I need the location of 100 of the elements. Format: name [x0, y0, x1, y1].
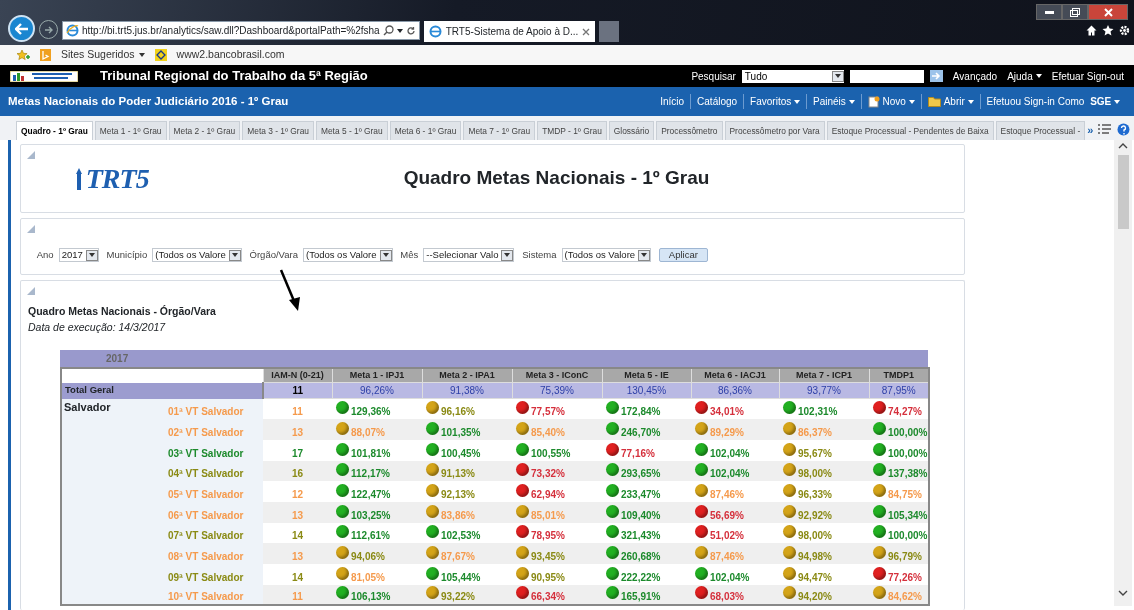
new-tab-button[interactable] [599, 21, 620, 42]
address-bar[interactable]: http://bi.trt5.jus.br/analytics/saw.dll?Dashboard&portalPath=%2fsha [62, 21, 420, 40]
table-cell-text: 85,01% [531, 508, 565, 523]
page-tab[interactable]: Meta 1 - 1º Grau [94, 121, 167, 140]
table-cell-text: 246,70% [621, 425, 661, 440]
minimize-button[interactable] [1036, 4, 1062, 20]
header-link[interactable]: Ajuda [1007, 68, 1042, 84]
dropdown-field[interactable]: (Todos os Valore [302, 248, 393, 262]
nav-link[interactable]: Abrir [943, 94, 974, 109]
page-tab[interactable]: Meta 7 - 1º Grau [463, 121, 536, 140]
page-tab[interactable]: Meta 3 - 1º Grau [242, 121, 314, 140]
table-cell-text: 51,02% [710, 529, 744, 544]
user-menu[interactable]: SGE [1090, 94, 1120, 109]
nav-link[interactable]: Catálogo [697, 94, 738, 109]
table-cell-text: 94,20% [798, 590, 832, 605]
nav-link[interactable]: Favoritos [750, 94, 800, 109]
scrollbar[interactable] [1114, 140, 1132, 606]
page-tab[interactable]: TMDP - 1º Grau [537, 121, 607, 140]
favorites-link[interactable]: Sites Sugeridos [61, 47, 145, 63]
caret-icon [504, 253, 511, 257]
caret-icon [88, 253, 95, 257]
page-tab[interactable]: Estoque Processual - Pendentes de Baixa [826, 121, 994, 140]
folder-icon [927, 96, 941, 107]
help-icon[interactable] [1117, 122, 1130, 136]
scroll-thumb[interactable] [1117, 154, 1129, 229]
search-label: Pesquisar [691, 69, 736, 84]
caret-icon [138, 53, 145, 57]
table-cell-text: 106,13% [351, 590, 391, 605]
table-cell-text: 100,00% [888, 446, 928, 461]
page-tab[interactable]: Meta 5 - 1º Grau [315, 121, 388, 140]
back-button[interactable] [8, 15, 35, 42]
table-cell-text: 92,13% [441, 487, 475, 502]
apply-button[interactable]: Aplicar [658, 248, 708, 262]
search-go-button[interactable] [929, 70, 943, 82]
table-cell: 13 [263, 501, 332, 523]
tab-title: TRT5-Sistema de Apoio à D... [445, 25, 579, 39]
filter-label: Sistema [522, 247, 557, 262]
star-icon[interactable] [1102, 25, 1114, 36]
column-header: TMDP1 [869, 367, 929, 383]
add-favorite-icon[interactable] [16, 48, 30, 62]
dashboard-title: Metas Nacionais do Poder Judiciário 2016 - 1º Grau [8, 93, 289, 109]
table-cell-text: 77,16% [621, 446, 655, 461]
favorites-link[interactable]: www2.bancobrasil.com [176, 47, 285, 63]
filter-label: Município [106, 247, 148, 262]
filter-label: Ano [36, 247, 54, 262]
header-link[interactable]: Avançado [952, 68, 998, 84]
row-label: 07ª VT Salvador [166, 522, 263, 544]
restore-button[interactable] [1062, 4, 1088, 20]
home-icon[interactable] [1086, 25, 1097, 36]
table-cell: 14 [263, 522, 332, 544]
table-cell-text: 89,29% [710, 425, 744, 440]
filter-label: Mês [400, 247, 419, 262]
table-cell: 13 [263, 543, 332, 564]
table-cell: 11 [263, 584, 332, 606]
table-cell-text: 102,53% [441, 529, 481, 544]
browser-tab[interactable]: TRT5-Sistema de Apoio à D... [423, 21, 596, 42]
nav-link[interactable]: Início [660, 94, 685, 109]
table-cell-text: 100,55% [531, 446, 571, 461]
search-field[interactable] [849, 69, 924, 83]
nav-link[interactable]: Novo [882, 94, 915, 109]
page-tab[interactable]: Meta 6 - 1º Grau [389, 121, 462, 140]
caret-icon [908, 99, 915, 104]
header-link[interactable]: Efetuar Sign-out [1051, 68, 1124, 84]
close-icon[interactable] [582, 27, 591, 36]
table-cell: 17 [263, 439, 332, 461]
table-cell-text: 73,32% [531, 467, 565, 482]
column-header: Meta 6 - IACJ1 [691, 367, 779, 383]
nav-link[interactable]: Painéis [813, 94, 855, 109]
table-cell-text: 86,37% [798, 425, 832, 440]
dropdown-field[interactable]: --Selecionar Valo [423, 248, 515, 262]
search-scope-dropdown[interactable]: Tudo [741, 69, 844, 83]
caret-icon [1114, 99, 1120, 104]
row-label: 10ª VT Salvador [166, 584, 263, 606]
scroll-down-icon[interactable] [1118, 588, 1128, 598]
tab-overflow-button[interactable]: » [1087, 121, 1094, 140]
table-cell-text: 260,68% [621, 550, 661, 564]
dropdown-field[interactable]: (Todos os Valore [152, 248, 242, 262]
dropdown-field[interactable]: 2017 [58, 248, 99, 262]
close-button[interactable] [1088, 4, 1128, 20]
table-cell-text: 172,84% [621, 405, 661, 420]
table-cell-text: 102,04% [710, 446, 750, 461]
page-tab[interactable]: Processômetro [656, 121, 723, 140]
dropdown-field[interactable]: (Todos os Valore [561, 248, 652, 262]
page-tab[interactable]: Glossário [608, 121, 655, 140]
row-label: 08ª VT Salvador [166, 543, 263, 564]
search-icon[interactable] [382, 25, 394, 36]
table-cell-text: 91,13% [441, 467, 475, 482]
table-cell: 12 [263, 481, 332, 502]
refresh-icon[interactable] [405, 25, 416, 36]
column-header: Meta 2 - IPA1 [422, 367, 512, 383]
table-cell-text: 34,01% [710, 405, 744, 420]
page-tab[interactable]: Quadro - 1º Grau [16, 121, 93, 140]
list-menu-icon[interactable] [1098, 123, 1111, 135]
report-heading: Quadro Metas Nacionais - Órgão/Vara [28, 304, 217, 319]
page-tab[interactable]: Meta 2 - 1º Grau [168, 121, 241, 140]
settings-icon[interactable] [1119, 25, 1130, 36]
page-tab[interactable]: Estoque Processual - [995, 121, 1086, 140]
page-tab[interactable]: Processômetro por Vara [724, 121, 825, 140]
table-cell-text: 98,00% [798, 467, 832, 482]
row-label: 04ª VT Salvador [166, 460, 263, 482]
